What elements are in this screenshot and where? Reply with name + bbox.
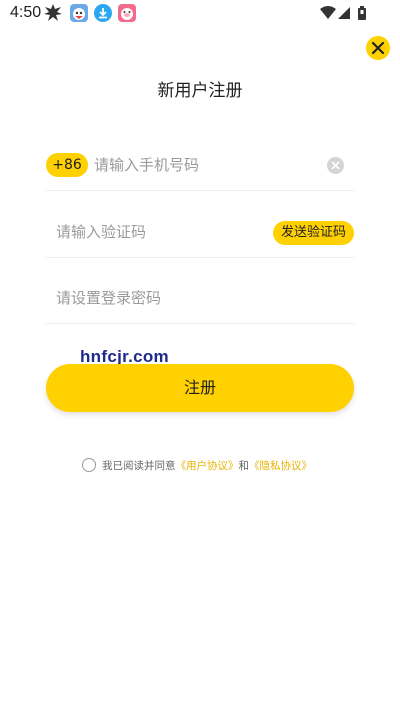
close-button[interactable] (366, 36, 390, 60)
register-button[interactable]: 注册 (46, 364, 354, 412)
download-icon (94, 4, 112, 22)
agreement-prefix: 我已阅读并同意 (102, 459, 176, 472)
clear-icon (331, 161, 340, 170)
send-code-button[interactable]: 发送验证码 (272, 221, 354, 245)
status-bar: 4:50 (0, 0, 400, 28)
shark-app-icon (70, 4, 88, 22)
clear-phone-button[interactable] (327, 157, 344, 174)
page-title: 新用户注册 (157, 81, 243, 101)
system-status-icons (320, 5, 370, 21)
password-row (46, 275, 354, 324)
privacy-policy-link[interactable]: 《隐私协议》 (249, 458, 312, 473)
agree-checkbox[interactable] (82, 458, 96, 472)
agreement-row: 我已阅读并同意 《用户协议》 和 《隐私协议》 (82, 456, 312, 474)
user-agreement-link[interactable]: 《用户协议》 (176, 458, 239, 473)
agreement-and: 和 (238, 459, 250, 472)
status-time: 4:50 (10, 4, 42, 21)
pig-app-icon (118, 4, 136, 22)
phone-field-row: +86 (46, 142, 354, 191)
verification-code-input[interactable] (56, 219, 256, 245)
phone-input[interactable] (94, 152, 314, 178)
wifi-icon (320, 6, 336, 19)
verification-code-row: 发送验证码 (46, 209, 354, 258)
explosion-app-icon (44, 4, 62, 22)
password-input[interactable] (56, 285, 316, 311)
close-icon (371, 41, 385, 55)
country-code-selector[interactable]: +86 (46, 153, 88, 177)
battery-icon (358, 6, 366, 20)
signal-icon (338, 7, 350, 19)
